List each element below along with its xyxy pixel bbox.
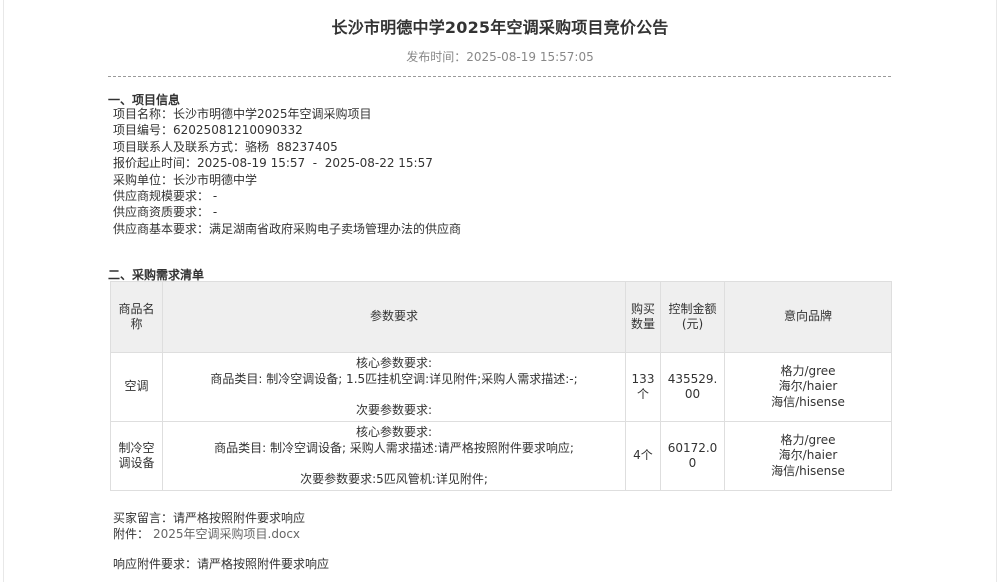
cell-params: 核心参数要求: 商品类目: 制冷空调设备; 1.5匹挂机空调:详见附件;采购人需… [162,352,626,422]
attachment-label: 附件： [113,527,150,541]
response-requirement-value: 请严格按照附件要求响应 [197,557,330,571]
info-value: 62025081210090332 [173,123,303,138]
brand-item: 海信/hisense [771,394,845,409]
sub-params-title: 次要参数要求:5匹风管机:详见附件; [300,471,488,486]
info-value: 骆杨 88237405 [245,139,338,154]
table-row: 空调 核心参数要求: 商品类目: 制冷空调设备; 1.5匹挂机空调:详见附件;采… [110,352,892,422]
info-value: - [209,205,218,220]
cell-product-name: 空调 [110,352,163,422]
buyer-message-label: 买家留言： [113,511,174,525]
buyer-message-value: 请严格按照附件要求响应 [173,511,306,525]
attachment-file-link[interactable]: 2025年空调采购项目.docx [153,527,300,541]
info-label: 供应商基本要求： [113,221,210,236]
core-params-title: 核心参数要求: [355,356,433,370]
cell-quantity: 4个 [625,421,661,491]
brand-item: 海信/hisense [771,463,845,478]
cell-brands: 格力/gree 海尔/haier 海信/hisense [724,352,892,422]
core-params-detail: 商品类目: 制冷空调设备; 采购人需求描述:请严格按照附件要求响应; [214,440,574,455]
project-info-list: 项目名称：长沙市明德中学2025年空调采购项目 项目编号：62025081210… [113,106,461,237]
brand-item: 格力/gree [780,432,836,447]
header-brand: 意向品牌 [724,281,892,353]
sub-params-title: 次要参数要求: [355,402,433,417]
response-requirement-label: 响应附件要求： [113,557,198,571]
info-label: 供应商资质要求： [113,205,210,220]
info-row-project-name: 项目名称：长沙市明德中学2025年空调采购项目 [113,106,461,122]
info-label: 项目联系人及联系方式： [113,139,246,154]
cell-product-name: 制冷空调设备 [110,421,163,491]
cell-amount: 435529.00 [660,352,725,422]
info-row-supplier-basic: 供应商基本要求：满足湖南省政府采购电子卖场管理办法的供应商 [113,221,461,237]
cell-quantity: 133个 [625,352,661,422]
cell-brands: 格力/gree 海尔/haier 海信/hisense [724,421,892,491]
demand-table: 商品名称 参数要求 购买数量 控制金额(元) 意向品牌 空调 核心参数要求: 商… [110,281,892,491]
info-value: 长沙市明德中学 [173,172,258,187]
info-row-purchaser: 采购单位：长沙市明德中学 [113,172,461,188]
publish-time: 发布时间：2025-08-19 15:57:05 [0,48,1000,65]
info-row-contact: 项目联系人及联系方式：骆杨 88237405 [113,139,461,155]
brand-item: 海尔/haier [778,379,838,394]
table-row: 制冷空调设备 核心参数要求: 商品类目: 制冷空调设备; 采购人需求描述:请严格… [110,421,892,491]
brand-item: 格力/gree [780,363,836,378]
info-label: 项目编号： [113,123,174,138]
attachment: 附件： 2025年空调采购项目.docx [113,525,300,542]
info-value: - [209,188,218,203]
info-row-quote-period: 报价起止时间：2025-08-19 15:57 - 2025-08-22 15:… [113,155,461,171]
brand-item: 海尔/haier [778,448,838,463]
page-border-left [3,0,4,582]
header-product-name: 商品名称 [110,281,163,353]
core-params-title: 核心参数要求: [355,425,433,439]
response-requirement: 响应附件要求：请严格按照附件要求响应 [113,555,329,572]
info-label: 报价起止时间： [113,156,198,171]
page-title: 长沙市明德中学2025年空调采购项目竞价公告 [331,18,669,37]
publish-time-value: 2025-08-19 15:57:05 [466,50,594,64]
info-row-project-number: 项目编号：62025081210090332 [113,122,461,138]
buyer-message: 买家留言：请严格按照附件要求响应 [113,509,305,526]
dashed-divider [108,76,891,77]
info-label: 供应商规模要求： [113,188,210,203]
info-row-supplier-qualification: 供应商资质要求： - [113,204,461,220]
info-label: 项目名称： [113,107,174,121]
table-header-row: 商品名称 参数要求 购买数量 控制金额(元) 意向品牌 [110,281,892,353]
info-label: 采购单位： [113,172,174,187]
header-params: 参数要求 [162,281,626,353]
header-amount: 控制金额(元) [660,281,725,353]
cell-amount: 60172.00 [660,421,725,491]
info-row-supplier-scale: 供应商规模要求： - [113,188,461,204]
publish-time-label: 发布时间： [406,50,467,64]
cell-params: 核心参数要求: 商品类目: 制冷空调设备; 采购人需求描述:请严格按照附件要求响… [162,421,626,491]
info-value: 满足湖南省政府采购电子卖场管理办法的供应商 [209,221,462,236]
info-value: 2025-08-19 15:57 - 2025-08-22 15:57 [197,156,433,171]
page-border-right [996,0,997,582]
info-value: 长沙市明德中学2025年空调采购项目 [173,107,372,121]
announcement-page: 长沙市明德中学2025年空调采购项目竞价公告 发布时间：2025-08-19 1… [0,0,1000,582]
header-quantity: 购买数量 [625,281,661,353]
core-params-detail: 商品类目: 制冷空调设备; 1.5匹挂机空调:详见附件;采购人需求描述:-; [210,371,578,386]
